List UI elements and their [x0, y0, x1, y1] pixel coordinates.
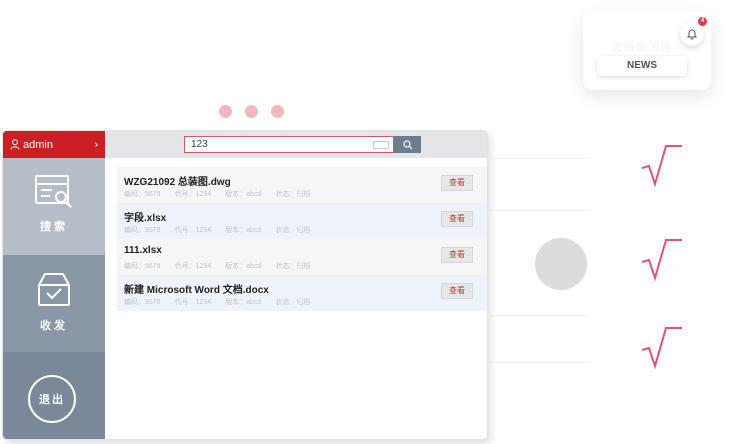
file-name: WZG21092 总装图.dwg: [124, 177, 231, 188]
user-bar[interactable]: admin ›: [3, 131, 105, 158]
view-button[interactable]: 查看: [441, 211, 473, 227]
file-name: 新建 Microsoft Word 文档.docx: [124, 285, 269, 296]
background-line: [490, 210, 590, 211]
file-row[interactable]: 字段.xlsx 编码：5678 代号：1234 版本：abcd 状态：归档 查看: [117, 203, 487, 239]
file-status: 状态：归档: [275, 227, 311, 234]
background-line: [490, 158, 590, 159]
background-line: [490, 362, 590, 363]
decorative-circle: [535, 238, 587, 290]
file-id: 代号：1234: [174, 263, 212, 270]
file-meta: 编码：5678 代号：1234 版本：abcd 状态：归档: [124, 297, 310, 307]
view-button[interactable]: 查看: [441, 283, 473, 299]
nav-inbox[interactable]: 收发: [3, 255, 105, 352]
file-meta: 编码：5678 代号：1234 版本：abcd 状态：归档: [124, 225, 310, 235]
keyboard-icon[interactable]: [373, 141, 389, 149]
file-list: WZG21092 总装图.dwg 编码：5678 代号：1234 版本：abcd…: [117, 167, 487, 311]
file-meta: 编码：5678 代号：1234 版本：abcd 状态：归档: [124, 189, 310, 199]
view-button[interactable]: 查看: [441, 247, 473, 263]
check-mark-icon: [641, 239, 682, 282]
chevron-right-icon: ›: [94, 138, 98, 151]
file-code: 编码：5678: [124, 191, 161, 198]
file-status: 状态：归档: [275, 299, 311, 306]
view-button[interactable]: 查看: [441, 175, 473, 191]
file-version: 版本：abcd: [225, 191, 262, 198]
file-version: 版本：abcd: [225, 299, 262, 306]
decorative-dots: [219, 105, 284, 118]
search-list-icon: [35, 175, 72, 208]
app-window: admin › 搜索 收发 退出 123 WZG21092 总装图.dwg 编码…: [2, 130, 488, 440]
check-mark-icon: [641, 145, 682, 188]
dot: [219, 105, 232, 118]
news-message: 您有新消息: [612, 42, 672, 54]
file-name: 111.xlsx: [124, 245, 162, 256]
search-bar: [105, 131, 487, 158]
file-name: 字段.xlsx: [124, 213, 167, 224]
file-version: 版本：abcd: [225, 227, 262, 234]
logout-button[interactable]: 退出: [28, 375, 76, 423]
search-button[interactable]: [394, 136, 421, 153]
inbox-box-icon: [38, 273, 70, 306]
file-status: 状态：归档: [275, 263, 311, 270]
file-row[interactable]: 新建 Microsoft Word 文档.docx 编码：5678 代号：123…: [117, 275, 487, 311]
main-panel: WZG21092 总装图.dwg 编码：5678 代号：1234 版本：abcd…: [105, 131, 487, 439]
file-row[interactable]: 111.xlsx 编码：5678 代号：1234 版本：abcd 状态：归档 查…: [117, 239, 487, 275]
file-code: 编码：5678: [124, 227, 161, 234]
file-version: 版本：abcd: [225, 263, 262, 270]
file-id: 代号：1234: [174, 227, 212, 234]
dot: [271, 105, 284, 118]
search-icon: [402, 139, 412, 149]
dot: [245, 105, 258, 118]
news-button[interactable]: NEWS: [597, 56, 687, 76]
background-line: [490, 315, 590, 316]
file-meta: 编码：5678 代号：1234 版本：abcd 状态：归档: [124, 261, 310, 271]
nav-inbox-label: 收发: [40, 320, 68, 332]
notification-badge: 4: [698, 17, 707, 26]
file-id: 代号：1234: [174, 191, 212, 198]
file-id: 代号：1234: [174, 299, 212, 306]
sidebar: admin › 搜索 收发 退出: [3, 131, 105, 439]
nav-search-label: 搜索: [40, 221, 68, 233]
check-mark-icon: [641, 327, 682, 370]
user-icon: [10, 139, 20, 150]
file-code: 编码：5678: [124, 299, 161, 306]
nav-search[interactable]: 搜索: [3, 158, 105, 255]
file-status: 状态：归档: [275, 191, 311, 198]
search-input[interactable]: [184, 136, 394, 153]
user-name: admin: [23, 138, 53, 151]
file-code: 编码：5678: [124, 263, 161, 270]
file-row[interactable]: WZG21092 总装图.dwg 编码：5678 代号：1234 版本：abcd…: [117, 167, 487, 203]
